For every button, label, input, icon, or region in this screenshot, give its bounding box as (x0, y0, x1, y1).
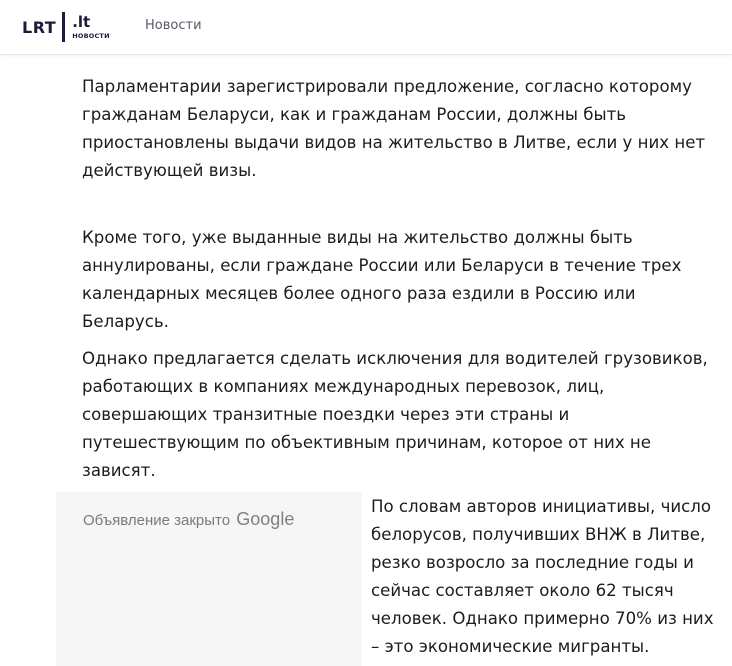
article-paragraph-4: По словам авторов инициативы, число бело… (371, 497, 714, 656)
logo-subtitle: НОВОСТИ (72, 31, 110, 40)
logo-lrt-text: LRT (22, 17, 57, 37)
logo-lt-text: .lt (72, 12, 91, 31)
site-header: LRT .lt НОВОСТИ Новости (0, 0, 732, 55)
article-paragraph-3: Однако предлагается сделать исключения д… (82, 349, 708, 480)
logo-right: .lt НОВОСТИ (72, 12, 110, 40)
lrt-logo[interactable]: LRT .lt НОВОСТИ (22, 12, 110, 42)
nav-link-news[interactable]: Новости (145, 18, 202, 33)
logo-divider (62, 12, 66, 42)
article-paragraph-1: Парламентарии зарегистрировали предложен… (82, 77, 706, 180)
google-brand-text: Google (236, 509, 295, 529)
article-paragraph-2: Кроме того, уже выданные виды на жительс… (82, 228, 682, 331)
ad-closed-text: Объявление закрыто (83, 512, 231, 529)
ad-placeholder: Объявление закрыто Google (56, 492, 362, 666)
ad-closed-label: Объявление закрыто Google (83, 509, 294, 530)
